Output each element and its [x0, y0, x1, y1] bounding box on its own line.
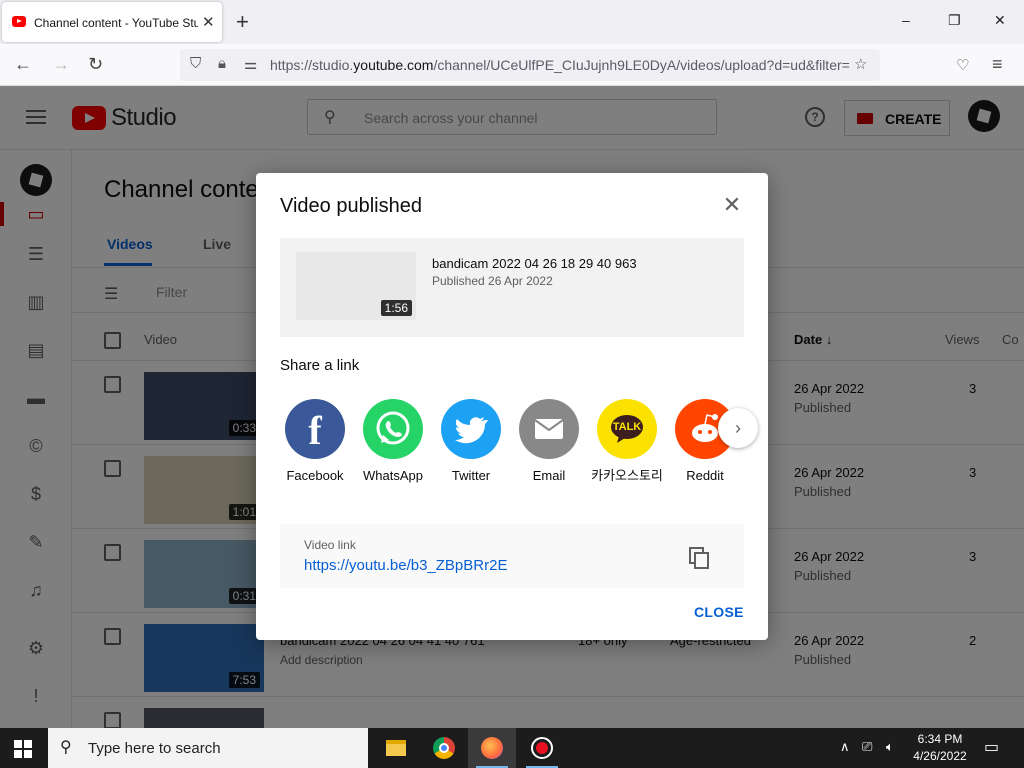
maximize-button[interactable]: ❐ [948, 12, 961, 29]
taskbar-search-input[interactable]: ⚲ Type here to search [48, 728, 368, 768]
taskbar-search-placeholder: Type here to search [88, 740, 221, 757]
bookmark-star-icon[interactable]: ☆ [854, 55, 867, 73]
video-link-box: Video link https://youtu.be/b3_ZBpBRr2E [280, 524, 744, 588]
duration-badge: 1:56 [380, 300, 412, 316]
share-email-button[interactable]: Email [510, 399, 588, 484]
close-button[interactable]: CLOSE [694, 604, 744, 620]
published-video-card: 1:56 bandicam 2022 04 26 18 29 40 963 Pu… [280, 238, 744, 337]
permissions-icon[interactable]: ⚌ [244, 55, 257, 73]
windows-taskbar: ⚲ Type here to search ∧ ⎚ 🔈︎ 6:34 PM 4/2… [0, 728, 1024, 768]
forward-arrow-icon[interactable]: → [52, 54, 70, 75]
video-published-date: Published 26 Apr 2022 [432, 274, 553, 288]
share-label: Email [532, 468, 566, 483]
browser-tab[interactable]: Channel content - YouTube Studio ✕ [2, 2, 222, 42]
menu-icon[interactable]: ≡ [992, 54, 1003, 75]
share-whatsapp-button[interactable]: WhatsApp [354, 399, 432, 484]
network-icon[interactable]: ⎚ [862, 739, 872, 755]
video-name: bandicam 2022 04 26 18 29 40 963 [432, 256, 637, 271]
tab-close-icon[interactable]: ✕ [202, 13, 215, 31]
whatsapp-icon [363, 399, 423, 459]
address-bar[interactable]: ⛉ 🔒︎ ⚌ https://studio.youtube.com/channe… [180, 49, 880, 81]
facebook-icon: f [285, 399, 345, 459]
video-thumbnail[interactable]: 1:56 [296, 252, 416, 320]
video-link-url[interactable]: https://youtu.be/b3_ZBpBRr2E [304, 557, 507, 574]
share-heading: Share a link [280, 357, 360, 374]
share-label: WhatsApp [363, 468, 423, 483]
share-label: Reddit [686, 468, 724, 483]
file-explorer-icon[interactable] [372, 728, 420, 768]
taskbar-clock-date[interactable]: 4/26/2022 [900, 749, 980, 763]
share-kakaostory-button[interactable]: TALK 카카오스토리 [588, 399, 666, 484]
video-link-label: Video link [304, 538, 356, 552]
lock-icon[interactable]: 🔒︎ [218, 55, 226, 72]
pocket-icon[interactable]: ♡ [956, 56, 969, 74]
share-label: Twitter [451, 468, 491, 483]
window-close-button[interactable]: ✕ [994, 12, 1006, 29]
windows-start-icon[interactable] [14, 740, 32, 758]
close-icon[interactable]: ✕ [720, 193, 744, 217]
share-label: 카카오스토리 [591, 468, 663, 483]
dialog-title: Video published [280, 195, 422, 217]
share-label: Facebook [286, 468, 344, 483]
back-arrow-icon[interactable]: ← [14, 54, 32, 75]
kakao-talk-icon: TALK [597, 399, 657, 459]
share-facebook-button[interactable]: f Facebook [276, 399, 354, 484]
next-share-arrow-icon[interactable]: › [718, 408, 758, 448]
notifications-icon[interactable]: ▭ [984, 737, 999, 757]
search-icon: ⚲ [60, 739, 72, 756]
chrome-icon[interactable] [420, 728, 468, 768]
volume-icon[interactable]: 🔈︎ [886, 739, 894, 755]
copy-icon[interactable] [688, 546, 710, 570]
twitter-icon [441, 399, 501, 459]
shield-icon[interactable]: ⛉ [190, 55, 201, 72]
new-tab-button[interactable]: + [236, 9, 249, 35]
share-twitter-button[interactable]: Twitter [432, 399, 510, 484]
email-icon [519, 399, 579, 459]
reload-icon[interactable]: ↻ [88, 54, 103, 75]
video-published-dialog: Video published ✕ 1:56 bandicam 2022 04 … [256, 173, 768, 640]
kakao-badge: TALK [612, 421, 642, 433]
browser-tab-bar: Channel content - YouTube Studio ✕ + – ❐… [0, 0, 1024, 44]
tab-title: Channel content - YouTube Studio [34, 16, 198, 30]
tray-chevron-icon[interactable]: ∧ [840, 739, 850, 755]
url-text[interactable]: https://studio.youtube.com/channel/UCeUl… [270, 57, 850, 73]
taskbar-clock-time[interactable]: 6:34 PM [900, 732, 980, 746]
youtube-favicon-icon [12, 16, 26, 27]
bandicam-icon[interactable] [518, 728, 566, 768]
firefox-icon[interactable] [468, 728, 516, 768]
browser-nav-bar: ← → ↻ ⛉ 🔒︎ ⚌ https://studio.youtube.com/… [0, 44, 1024, 86]
minimize-button[interactable]: – [902, 12, 910, 28]
